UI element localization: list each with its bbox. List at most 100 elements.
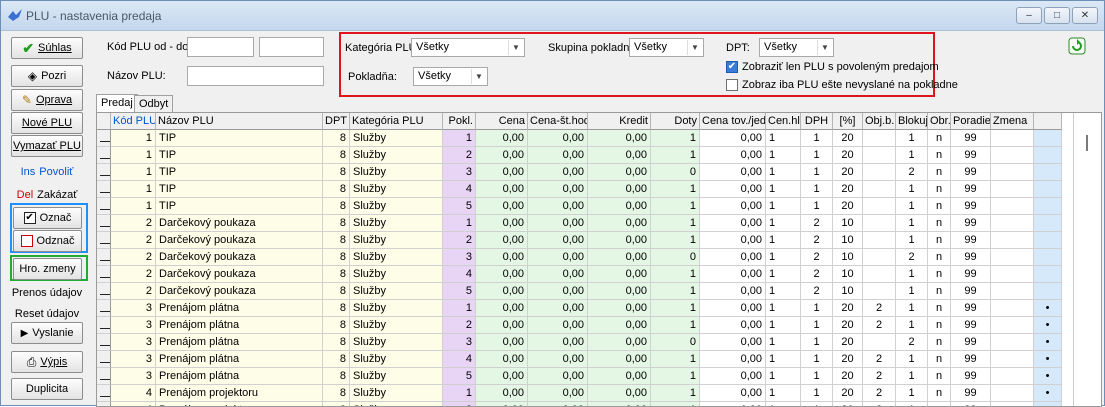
cell-nazov-plu[interactable]: Prenájom plátna (156, 368, 323, 385)
row-selector[interactable] (97, 317, 111, 334)
cell-doty[interactable]: 1 (651, 283, 700, 300)
cell-doty[interactable]: 1 (651, 232, 700, 249)
table-row[interactable]: 1 TIP 8 Služby 1 0,00 0,00 0,00 1 0,00 1 1 20 1 n 99 (97, 130, 1062, 147)
maximize-button[interactable]: □ (1044, 7, 1070, 24)
cell-kod-plu[interactable]: 3 (111, 334, 156, 351)
cell-flag[interactable]: • (1034, 300, 1062, 317)
table-row[interactable]: 3 Prenájom plátna 8 Služby 1 0,00 0,00 0,00 1 0,0… (97, 300, 1062, 317)
cell-cena-tov-jed[interactable]: 0,00 (700, 198, 766, 215)
table-row[interactable]: 2 Darčekový poukaza 8 Služby 5 0,00 0,00 0,00 1 0… (97, 283, 1062, 300)
cell-cen-hl[interactable]: 1 (766, 232, 801, 249)
cell-zmena[interactable] (991, 334, 1034, 351)
pozri-button[interactable]: ◈ Pozri (11, 65, 83, 87)
cell-obr[interactable]: n (928, 198, 951, 215)
cell-dph[interactable]: 1 (801, 385, 833, 402)
cell-obj-b[interactable]: 2 (863, 317, 896, 334)
cell-poradie[interactable]: 99 (951, 181, 991, 198)
cell-pokladna[interactable]: 4 (443, 351, 476, 368)
cell-dpt[interactable]: 8 (323, 300, 350, 317)
table-row[interactable]: 2 Darčekový poukaza 8 Služby 4 0,00 0,00 0,00 1 0… (97, 266, 1062, 283)
cell-kategoria-plu[interactable]: Služby (350, 402, 443, 406)
cell-kategoria-plu[interactable]: Služby (350, 368, 443, 385)
row-selector[interactable] (97, 232, 111, 249)
cell-doty[interactable]: 0 (651, 164, 700, 181)
cell-kod-plu[interactable]: 3 (111, 300, 156, 317)
cell-kod-plu[interactable]: 4 (111, 402, 156, 406)
column-header-obr[interactable]: Obr. (928, 113, 951, 130)
cell-kredit[interactable]: 0,00 (588, 385, 651, 402)
cell-dph[interactable]: 1 (801, 181, 833, 198)
cell-cena-st-hod[interactable]: 0,00 (528, 317, 588, 334)
cell-kod-plu[interactable]: 2 (111, 266, 156, 283)
cell-cen-hl[interactable]: 1 (766, 368, 801, 385)
cell-cena-st-hod[interactable]: 0,00 (528, 181, 588, 198)
cell-percent[interactable]: 20 (833, 402, 863, 406)
row-selector[interactable] (97, 283, 111, 300)
cell-dph[interactable]: 1 (801, 198, 833, 215)
cell-flag[interactable]: • (1034, 351, 1062, 368)
cell-cena-st-hod[interactable]: 0,00 (528, 249, 588, 266)
cell-poradie[interactable]: 99 (951, 249, 991, 266)
cell-zmena[interactable] (991, 300, 1034, 317)
cell-cena-st-hod[interactable]: 0,00 (528, 334, 588, 351)
cell-dpt[interactable]: 8 (323, 402, 350, 406)
table-row[interactable]: 4Prenájom projektoru8Služby20,000,000,00… (97, 402, 1062, 406)
cell-cena-st-hod[interactable]: 0,00 (528, 215, 588, 232)
column-header-poradie[interactable]: Poradie (951, 113, 991, 130)
cell-kategoria-plu[interactable]: Služby (350, 215, 443, 232)
cell-kategoria-plu[interactable]: Služby (350, 198, 443, 215)
cell-nazov-plu[interactable]: Darčekový poukaza (156, 232, 323, 249)
cell-cena-tov-jed[interactable]: 0,00 (700, 181, 766, 198)
cell-doty[interactable]: 0 (651, 249, 700, 266)
cell-cena[interactable]: 0,00 (476, 385, 528, 402)
tab-odbyt[interactable]: Odbyt (134, 95, 174, 112)
vyslanie-button[interactable]: ▶ Vyslanie (11, 322, 83, 344)
cell-percent[interactable]: 10 (833, 283, 863, 300)
cell-cena-tov-jed[interactable]: 0,00 (700, 300, 766, 317)
cell-obr[interactable]: n (928, 300, 951, 317)
cell-cena-tov-jed[interactable]: 0,00 (700, 266, 766, 283)
cell-percent[interactable]: 20 (833, 300, 863, 317)
cell-flag[interactable] (1034, 181, 1062, 198)
cell-kategoria-plu[interactable]: Služby (350, 232, 443, 249)
cell-blokuj[interactable]: 1 (896, 317, 928, 334)
cell-percent[interactable]: 20 (833, 164, 863, 181)
cell-nazov-plu[interactable]: Darčekový poukaza (156, 266, 323, 283)
cell-zmena[interactable] (991, 198, 1034, 215)
hro-zmeny-button[interactable]: Hro. zmeny (13, 258, 82, 280)
cell-cena-tov-jed[interactable]: 0,00 (700, 385, 766, 402)
cell-cena-tov-jed[interactable]: 0,00 (700, 249, 766, 266)
cell-dph[interactable]: 1 (801, 351, 833, 368)
refresh-icon[interactable] (1068, 37, 1086, 55)
cell-pokladna[interactable]: 1 (443, 215, 476, 232)
row-selector[interactable] (97, 334, 111, 351)
kod-plu-from-input[interactable] (187, 37, 254, 57)
cell-obj-b[interactable] (863, 181, 896, 198)
cell-zmena[interactable] (991, 130, 1034, 147)
cell-percent[interactable]: 10 (833, 232, 863, 249)
cell-poradie[interactable]: 99 (951, 385, 991, 402)
cell-cena[interactable]: 0,00 (476, 198, 528, 215)
cell-kredit[interactable]: 0,00 (588, 283, 651, 300)
cell-poradie[interactable]: 99 (951, 300, 991, 317)
cell-cena[interactable]: 0,00 (476, 368, 528, 385)
column-header-nazov-plu[interactable]: Názov PLU (156, 113, 323, 130)
nevyslane-checkbox[interactable]: Zobraz iba PLU ešte nevyslané na pokladn… (726, 79, 958, 91)
row-selector[interactable] (97, 300, 111, 317)
table-row[interactable]: 1 TIP 8 Služby 3 0,00 0,00 0,00 0 0,00 1 1 20 2 n 99 (97, 164, 1062, 181)
row-selector[interactable] (97, 249, 111, 266)
cell-flag[interactable]: • (1034, 317, 1062, 334)
cell-dpt[interactable]: 8 (323, 130, 350, 147)
cell-kredit[interactable]: 0,00 (588, 164, 651, 181)
cell-doty[interactable]: 1 (651, 300, 700, 317)
cell-kategoria-plu[interactable]: Služby (350, 249, 443, 266)
cell-poradie[interactable]: 99 (951, 402, 991, 406)
cell-obj-b[interactable] (863, 266, 896, 283)
cell-obr[interactable]: n (928, 351, 951, 368)
cell-cena-st-hod[interactable]: 0,00 (528, 368, 588, 385)
cell-cena[interactable]: 0,00 (476, 351, 528, 368)
cell-poradie[interactable]: 99 (951, 283, 991, 300)
cell-nazov-plu[interactable]: TIP (156, 147, 323, 164)
cell-flag[interactable] (1034, 266, 1062, 283)
cell-blokuj[interactable]: 1 (896, 283, 928, 300)
